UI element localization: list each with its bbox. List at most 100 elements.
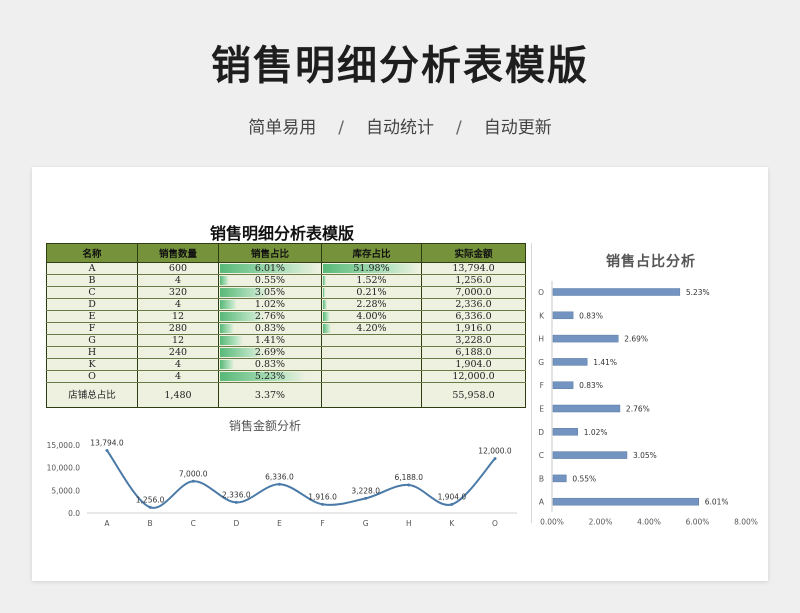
stock-data-bar	[323, 312, 331, 321]
x-tick-label: E	[277, 519, 282, 528]
line-data-label: 1,904.0	[438, 492, 467, 501]
bar-data-label: 2.76%	[626, 405, 650, 414]
cell-share: 0.55%	[218, 274, 322, 287]
cell-share-text: 0.55%	[254, 275, 286, 286]
total-cell-share: 3.37%	[218, 382, 322, 408]
table-row: H 240 2.69% 6,188.0	[46, 346, 526, 359]
cell-qty: 4	[137, 274, 219, 287]
cell-stock	[321, 370, 422, 383]
table-row: B 4 0.55% 1.52% 1,256.0	[46, 274, 526, 287]
total-cell-label: 店铺总占比	[46, 382, 138, 408]
cell-stock	[321, 334, 422, 347]
tag-separator: /	[456, 118, 462, 138]
table-row: E 12 2.76% 4.00% 6,336.0	[46, 310, 526, 323]
line-point	[234, 500, 238, 504]
bar-data-label: 1.41%	[593, 358, 617, 367]
cell-amount-text: 13,794.0	[452, 263, 495, 274]
cell-name-text: F	[88, 323, 96, 334]
cell-qty-text: 4	[174, 275, 182, 286]
cell-qty: 320	[137, 286, 219, 299]
cell-name: O	[46, 370, 138, 383]
share-bar	[552, 404, 621, 413]
stock-data-bar	[323, 276, 326, 285]
share-bar	[552, 474, 567, 483]
tag-auto-stat: 自动统计	[366, 118, 434, 138]
cell-share: 2.76%	[218, 310, 322, 323]
cell-amount-text: 2,336.0	[455, 299, 492, 310]
cell-amount: 1,256.0	[421, 274, 526, 287]
cell-stock-text: 4.20%	[356, 323, 387, 334]
cell-share: 2.69%	[218, 346, 322, 359]
share-data-bar	[220, 300, 237, 309]
cell-stock	[321, 346, 422, 359]
cell-share-text: 5.23%	[254, 371, 286, 382]
y-tick-label: 5,000.0	[51, 486, 80, 495]
line-point	[277, 482, 281, 486]
line-data-label: 7,000.0	[179, 469, 208, 478]
category-label: G	[538, 358, 544, 367]
share-data-bar	[220, 324, 234, 333]
line-point	[321, 502, 325, 506]
share-bar	[552, 381, 574, 389]
cell-qty: 280	[137, 322, 219, 335]
bar-data-label: 6.01%	[705, 498, 729, 507]
cell-share: 0.83%	[218, 322, 322, 335]
cell-qty: 4	[137, 358, 219, 371]
cell-qty-text: 4	[174, 299, 182, 310]
tag-auto-update: 自动更新	[483, 118, 552, 138]
cell-amount-text: 6,336.0	[455, 311, 492, 322]
cell-share: 3.05%	[218, 286, 322, 299]
cell-share: 1.02%	[218, 298, 322, 311]
cell-name: E	[46, 310, 138, 323]
sheet-title: 销售明细分析表模版	[210, 224, 355, 243]
cell-name-text: D	[88, 299, 96, 310]
cell-share: 5.23%	[218, 370, 322, 383]
x-tick-label: F	[320, 519, 324, 528]
col-header-name: 名称	[46, 243, 138, 263]
line-point	[407, 483, 411, 487]
cell-share-text: 3.05%	[254, 287, 286, 298]
cell-name: G	[46, 334, 138, 347]
col-header-amount: 实际金额	[421, 243, 526, 263]
col-header-share: 销售占比	[218, 243, 322, 263]
total-row: 店铺总占比 1,480 3.37% 55,958.0	[46, 382, 526, 408]
category-label: A	[539, 498, 545, 507]
cell-stock: 4.00%	[321, 310, 422, 323]
bar-data-label: 5.23%	[686, 288, 710, 297]
cell-amount: 1,904.0	[421, 358, 526, 371]
cell-amount: 1,916.0	[421, 322, 526, 335]
sales-share-bar-chart: O 5.23% K 0.83% H 2.69% G 1.41% F 0.83% E 2.76% D 1.0…	[538, 281, 758, 527]
cell-stock-text: 1.52%	[356, 275, 387, 286]
cell-share-text: 2.76%	[254, 311, 286, 322]
table-row: G 12 1.41% 3,228.0	[46, 334, 526, 347]
x-tick-label: 4.00%	[637, 518, 661, 527]
feature-tagline: 简单易用 / 自动统计 / 自动更新	[0, 113, 800, 138]
share-bar	[552, 311, 574, 320]
x-tick-label: H	[406, 519, 412, 528]
cell-name: F	[46, 322, 138, 335]
cell-name-text: C	[88, 287, 96, 298]
sales-table: 名称 销售数量 销售占比 库存占比 实际金额 A 600 6.01% 51.98% 13…	[46, 243, 526, 408]
table-row: A 600 6.01% 51.98% 13,794.0	[46, 262, 526, 275]
category-label: O	[538, 288, 544, 297]
cell-name-text: B	[88, 275, 96, 286]
cell-amount: 3,228.0	[421, 334, 526, 347]
x-tick-label: A	[104, 519, 110, 528]
stock-data-bar	[323, 324, 331, 333]
x-tick-label: B	[148, 519, 153, 528]
cell-amount-text: 3,228.0	[455, 335, 492, 346]
line-data-label: 12,000.0	[478, 447, 512, 456]
category-label: C	[539, 451, 544, 460]
line-data-label: 1,256.0	[136, 495, 165, 504]
line-chart-title: 销售金额分析	[229, 419, 302, 433]
line-data-label: 13,794.0	[90, 438, 124, 447]
tag-separator: /	[338, 118, 344, 138]
cell-stock-text: 2.28%	[356, 299, 387, 310]
bar-data-label: 0.83%	[579, 311, 603, 320]
cell-qty: 600	[137, 262, 219, 275]
bar-data-label: 2.69%	[624, 335, 648, 344]
cell-qty: 12	[137, 334, 219, 347]
category-label: E	[539, 405, 544, 414]
cell-name-text: K	[88, 359, 96, 370]
bar-data-label: 1.02%	[584, 428, 608, 437]
